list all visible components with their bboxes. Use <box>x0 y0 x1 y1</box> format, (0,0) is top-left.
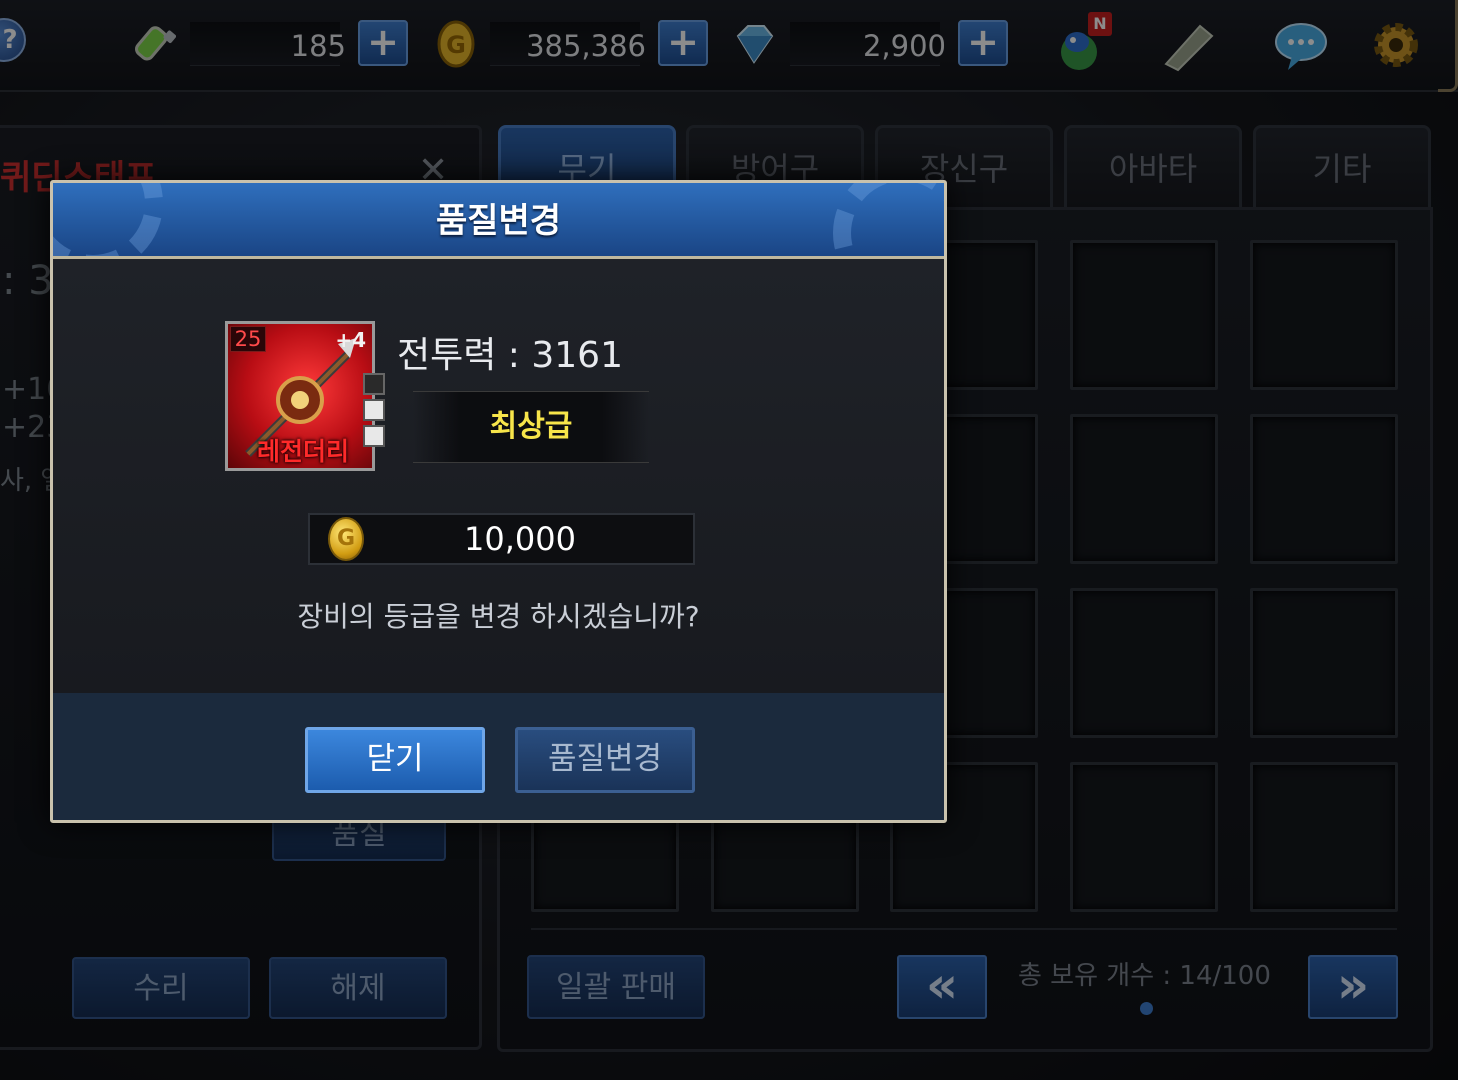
item-level-badge: 25 <box>230 326 266 352</box>
dialog-footer <box>53 693 944 820</box>
close-button[interactable]: 닫기 <box>305 727 485 793</box>
dialog-header: 품질변경 <box>53 183 944 259</box>
gold-coin-icon: G <box>328 517 364 561</box>
grade-banner: 최상급 <box>413 391 649 463</box>
item-icon-frame: 25 +4 레전더리 <box>225 321 375 471</box>
socket-icon <box>363 399 385 421</box>
confirm-message: 장비의 등급을 변경 하시겠습니까? <box>297 600 700 633</box>
item-enhance-level: +4 <box>335 328 366 352</box>
item-grade-label: 레전더리 <box>256 437 349 466</box>
cost-value: 10,000 <box>464 520 576 558</box>
cost-field: G 10,000 <box>308 513 695 565</box>
change-quality-button[interactable]: 품질변경 <box>515 727 695 793</box>
dialog-title: 품질변경 <box>435 201 562 241</box>
socket-icon <box>363 425 385 447</box>
quality-change-dialog: 품질변경 25 +4 레전더리 전투력 : 3161 최상급 G 10,000 … <box>50 180 947 823</box>
socket-empty-icon <box>363 373 385 395</box>
combat-power-text: 전투력 : 3161 <box>397 335 623 376</box>
